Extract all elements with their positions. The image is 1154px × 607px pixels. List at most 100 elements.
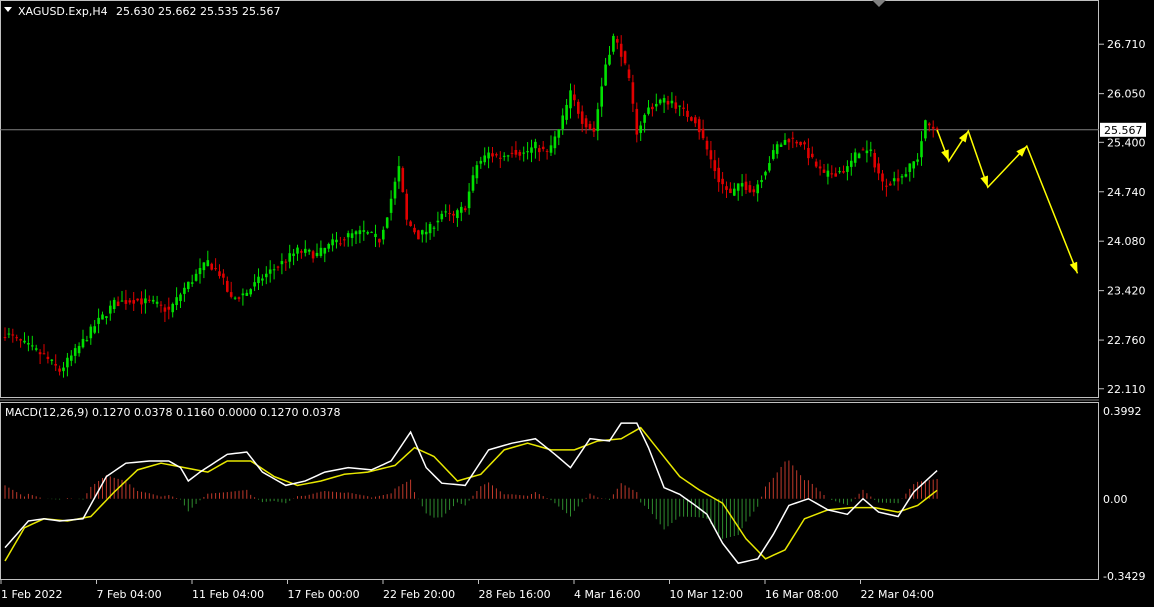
candle-body xyxy=(38,352,42,355)
candle-body xyxy=(288,253,291,262)
time-tick-label: 22 Feb 20:00 xyxy=(383,588,455,601)
candle-body xyxy=(826,170,830,177)
candle-body xyxy=(616,39,619,43)
candle-body xyxy=(233,297,237,299)
chart-canvas[interactable]: 26.710 26.050 25.400 24.740 24.080 23.420 22.7… xyxy=(0,0,1154,603)
candle-body xyxy=(354,231,358,235)
candle-body xyxy=(608,54,611,65)
candle-body xyxy=(128,300,132,303)
candle-body xyxy=(323,247,327,254)
candle-body xyxy=(456,210,459,219)
candle-body xyxy=(34,348,38,350)
candle-body xyxy=(931,126,935,129)
macd-tick-label: 0.3992 xyxy=(1103,405,1142,418)
candle-body xyxy=(124,300,128,304)
candle-body xyxy=(705,140,709,150)
candle-body xyxy=(526,151,529,153)
candle-body xyxy=(534,141,537,149)
candle-body xyxy=(499,157,502,159)
candles-layer xyxy=(3,33,939,378)
candle-body xyxy=(46,356,50,360)
candle-body xyxy=(479,160,483,164)
candle-body xyxy=(335,239,338,243)
candle-body xyxy=(358,230,362,235)
candle-body xyxy=(452,213,455,216)
current-price-label: 25.567 xyxy=(1104,124,1143,137)
candle-body xyxy=(690,117,693,121)
candle-body xyxy=(81,338,85,348)
candle-body xyxy=(892,178,896,182)
price-axis: 26.710 26.050 25.400 24.740 24.080 23.420 22.7… xyxy=(1099,38,1146,396)
candle-body xyxy=(697,119,701,133)
candle-body xyxy=(760,180,763,183)
price-pane-frame xyxy=(0,0,1099,398)
candle-body xyxy=(475,165,479,179)
candle-body xyxy=(483,155,486,163)
candle-body xyxy=(510,152,514,154)
candle-body xyxy=(249,289,252,295)
candle-body xyxy=(413,227,416,233)
candle-body xyxy=(382,229,385,240)
candle-body xyxy=(62,367,65,372)
dropdown-triangle-icon[interactable] xyxy=(4,7,12,12)
candle-body xyxy=(904,174,908,177)
candle-body xyxy=(678,105,681,107)
forecast-arrow-head xyxy=(941,149,949,162)
candle-body xyxy=(928,123,931,126)
time-tick-label: 28 Feb 16:00 xyxy=(479,588,551,601)
price-tick-label: 22.760 xyxy=(1107,334,1146,347)
candle-body xyxy=(190,282,194,284)
candle-body xyxy=(846,166,849,172)
candle-body xyxy=(257,276,260,284)
candle-body xyxy=(647,107,650,114)
candle-body xyxy=(350,233,354,238)
chart-shift-marker-icon[interactable] xyxy=(872,0,886,7)
candle-body xyxy=(163,307,167,312)
candle-body xyxy=(791,137,795,139)
time-tick-label: 1 Feb 2022 xyxy=(1,588,62,601)
candle-body xyxy=(417,230,420,240)
candle-body xyxy=(920,141,923,158)
candle-body xyxy=(97,317,100,324)
candle-body xyxy=(237,297,241,299)
candle-body xyxy=(218,271,221,277)
candle-body xyxy=(70,355,73,361)
macd-tick-label: 0.00 xyxy=(1103,493,1128,506)
candle-body xyxy=(612,35,615,52)
candle-body xyxy=(662,98,666,103)
candle-body xyxy=(339,243,342,245)
candle-body xyxy=(378,238,381,243)
candle-body xyxy=(284,261,288,263)
candle-body xyxy=(748,185,752,193)
candle-body xyxy=(109,305,112,314)
candle-body xyxy=(222,273,225,278)
time-tick-label: 10 Mar 12:00 xyxy=(670,588,743,601)
candle-body xyxy=(58,368,61,372)
symbol-header[interactable]: XAGUSD.Exp,H4 25.630 25.662 25.535 25.56… xyxy=(4,5,280,18)
candle-body xyxy=(393,181,397,199)
symbol-label: XAGUSD.Exp,H4 xyxy=(18,5,108,18)
candle-body xyxy=(206,260,210,267)
candle-body xyxy=(331,239,334,246)
candle-body xyxy=(491,153,494,157)
candle-body xyxy=(853,152,857,163)
macd-pane-frame xyxy=(0,402,1099,580)
candle-body xyxy=(366,232,369,234)
candle-body xyxy=(261,278,264,281)
candle-body xyxy=(214,268,217,270)
candle-body xyxy=(362,230,366,232)
candle-body xyxy=(577,101,580,114)
candle-body xyxy=(834,173,837,177)
candle-body xyxy=(725,186,728,190)
candle-body xyxy=(50,359,54,361)
macd-tick-label: -0.3429 xyxy=(1103,570,1145,583)
candle-body xyxy=(924,120,927,139)
chart-window[interactable]: 26.710 26.050 25.400 24.740 24.080 23.420 22.7… xyxy=(0,0,1154,603)
candle-body xyxy=(389,198,393,213)
candle-body xyxy=(66,357,69,368)
candle-body xyxy=(822,169,826,173)
candle-body xyxy=(639,125,642,133)
candle-body xyxy=(557,129,561,138)
candle-body xyxy=(772,150,775,159)
candle-body xyxy=(460,206,463,213)
